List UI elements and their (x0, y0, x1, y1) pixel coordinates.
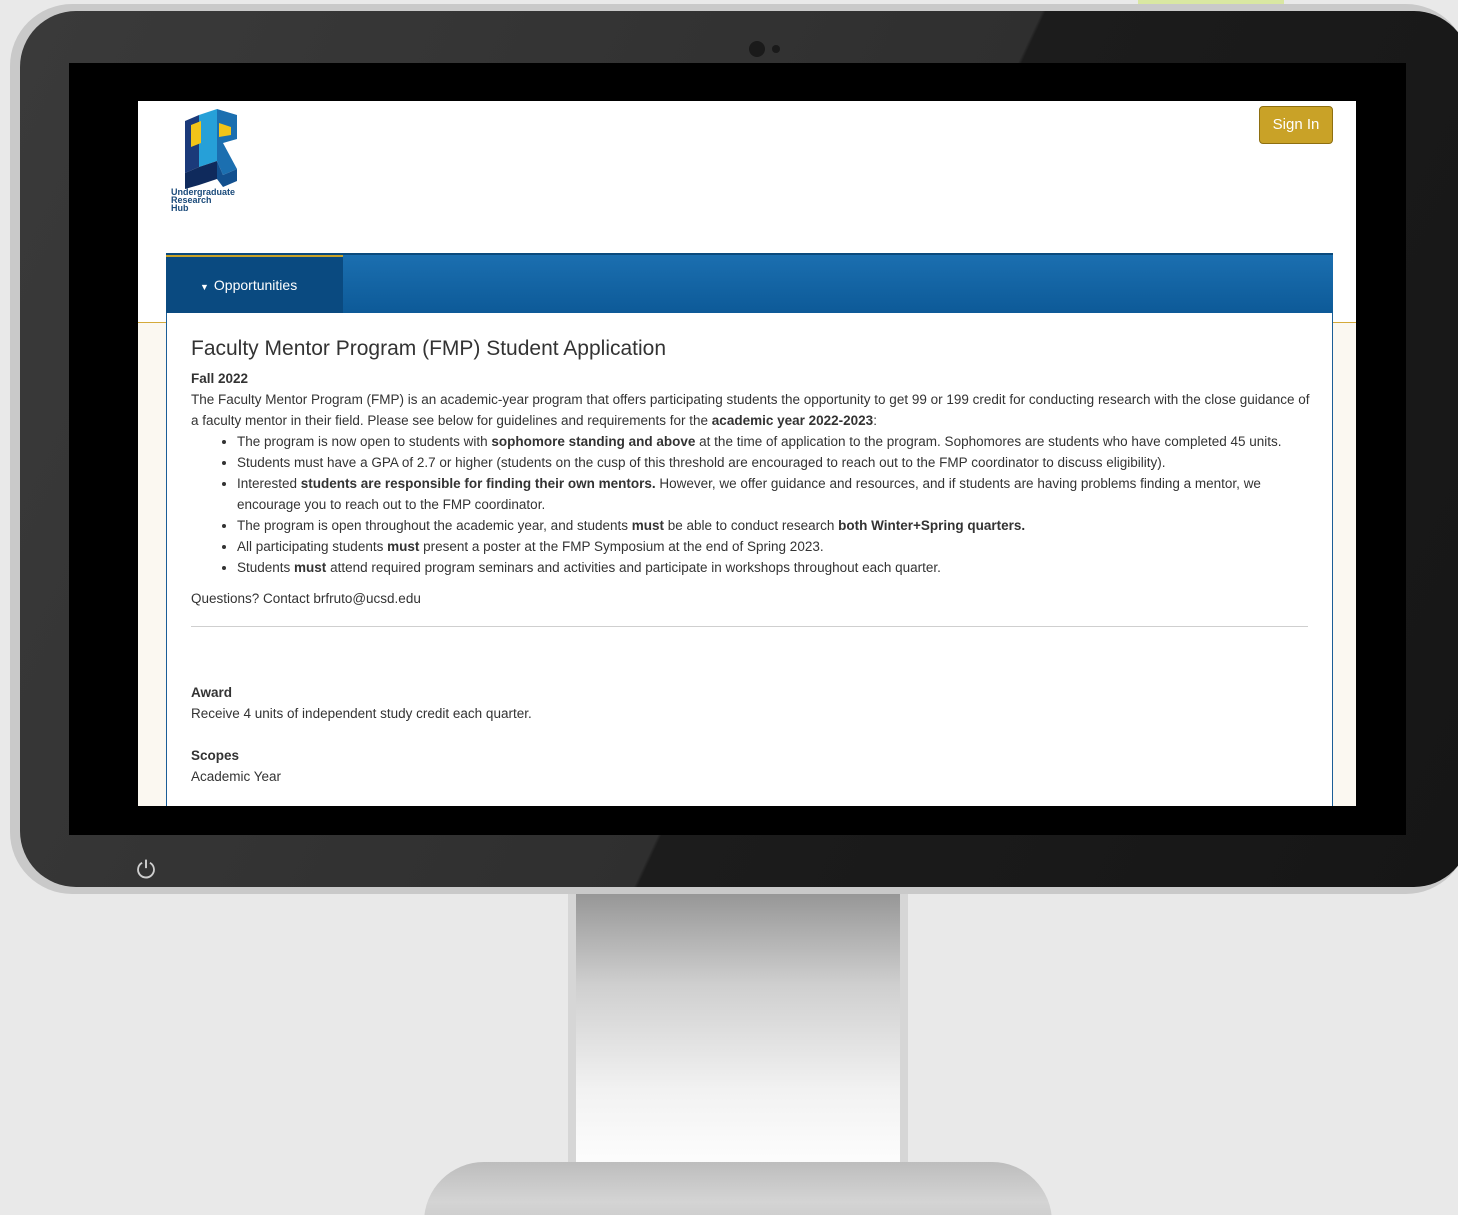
nav-tab-label: Opportunities (213, 277, 298, 293)
award-label: Award (191, 685, 233, 700)
camera-sensor-icon (772, 45, 780, 53)
main-nav-bar: ▼ Opportunities (166, 253, 1333, 313)
list-item: The program is open throughout the acade… (237, 515, 1316, 536)
term-label: Fall 2022 (191, 371, 249, 386)
requirements-list: The program is now open to students with… (237, 431, 1316, 578)
page-title: Faculty Mentor Program (FMP) Student App… (191, 337, 667, 360)
list-item: Interested students are responsible for … (237, 473, 1316, 515)
logo-wordmark: Undergraduate Research Hub (171, 187, 236, 213)
list-item: All participating students must present … (237, 536, 1316, 557)
questions-contact[interactable]: Questions? Contact brfruto@ucsd.edu (191, 588, 1316, 609)
scopes-label: Scopes (191, 748, 240, 763)
monitor-stand-neck (568, 880, 908, 1180)
browser-viewport: Undergraduate Research Hub Sign In ▼ Oppo… (138, 101, 1356, 806)
monitor-stand-base (424, 1162, 1052, 1215)
scopes-value: Academic Year (191, 769, 282, 784)
program-description: Fall 2022 The Faculty Mentor Program (FM… (191, 368, 1316, 787)
award-value: Receive 4 units of independent study cre… (191, 706, 532, 721)
caret-down-icon: ▼ (200, 282, 209, 292)
power-icon[interactable]: ⏻ (132, 857, 160, 885)
intro-paragraph: The Faculty Mentor Program (FMP) is an a… (191, 392, 1310, 428)
list-item: Students must have a GPA of 2.7 or highe… (237, 452, 1316, 473)
camera-icon (749, 41, 765, 57)
sign-in-button[interactable]: Sign In (1259, 106, 1333, 144)
list-item: The program is now open to students with… (237, 431, 1316, 452)
list-item: Students must attend required program se… (237, 557, 1316, 578)
nav-tab-opportunities[interactable]: ▼ Opportunities (166, 255, 343, 313)
